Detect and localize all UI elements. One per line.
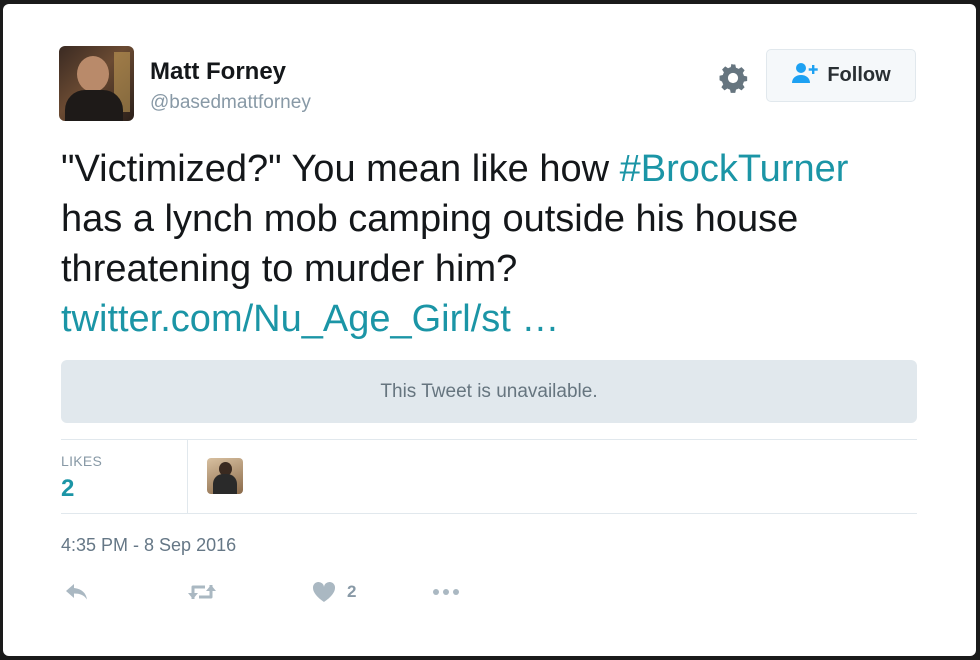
tweet-url-link[interactable]: twitter.com/Nu_Age_Girl/st …: [61, 294, 901, 344]
tweet-text-line-3: threatening to murder him?: [61, 248, 518, 290]
follow-user-icon: [791, 61, 819, 91]
unavailable-text: This Tweet is unavailable.: [380, 380, 598, 402]
follow-button[interactable]: Follow: [766, 49, 916, 102]
tweet-actions: 2: [61, 580, 511, 610]
follow-label: Follow: [827, 64, 891, 86]
quoted-tweet-unavailable: This Tweet is unavailable.: [61, 360, 917, 423]
like-count: 2: [347, 582, 357, 601]
reply-button[interactable]: [63, 580, 91, 604]
like-button[interactable]: 2: [311, 580, 356, 604]
likes-label: LIKES: [61, 453, 103, 469]
stats-divider: [187, 440, 188, 513]
liker-avatar[interactable]: [207, 458, 243, 494]
hashtag-link[interactable]: #BrockTurner: [620, 148, 849, 190]
author-avatar[interactable]: [59, 46, 134, 121]
reply-icon: [63, 580, 91, 604]
retweet-icon: [186, 580, 218, 604]
retweet-button[interactable]: [186, 580, 218, 604]
author-handle[interactable]: @basedmattforney: [150, 92, 311, 114]
heart-icon: [311, 580, 337, 604]
likes-count[interactable]: 2: [61, 475, 74, 503]
tweet-text: "Victimized?" You mean like how #BrockTu…: [61, 144, 901, 344]
more-icon: [431, 580, 463, 604]
tweet-text-line-2: has a lynch mob camping outside his hous…: [61, 198, 799, 240]
author-name[interactable]: Matt Forney: [150, 58, 286, 86]
tweet-timestamp[interactable]: 4:35 PM - 8 Sep 2016: [61, 535, 236, 556]
more-button[interactable]: [431, 580, 463, 604]
tweet-stats: LIKES 2: [61, 439, 917, 514]
gear-icon[interactable]: [716, 61, 750, 95]
tweet-text-line-1: "Victimized?" You mean like how #BrockTu…: [61, 148, 849, 190]
